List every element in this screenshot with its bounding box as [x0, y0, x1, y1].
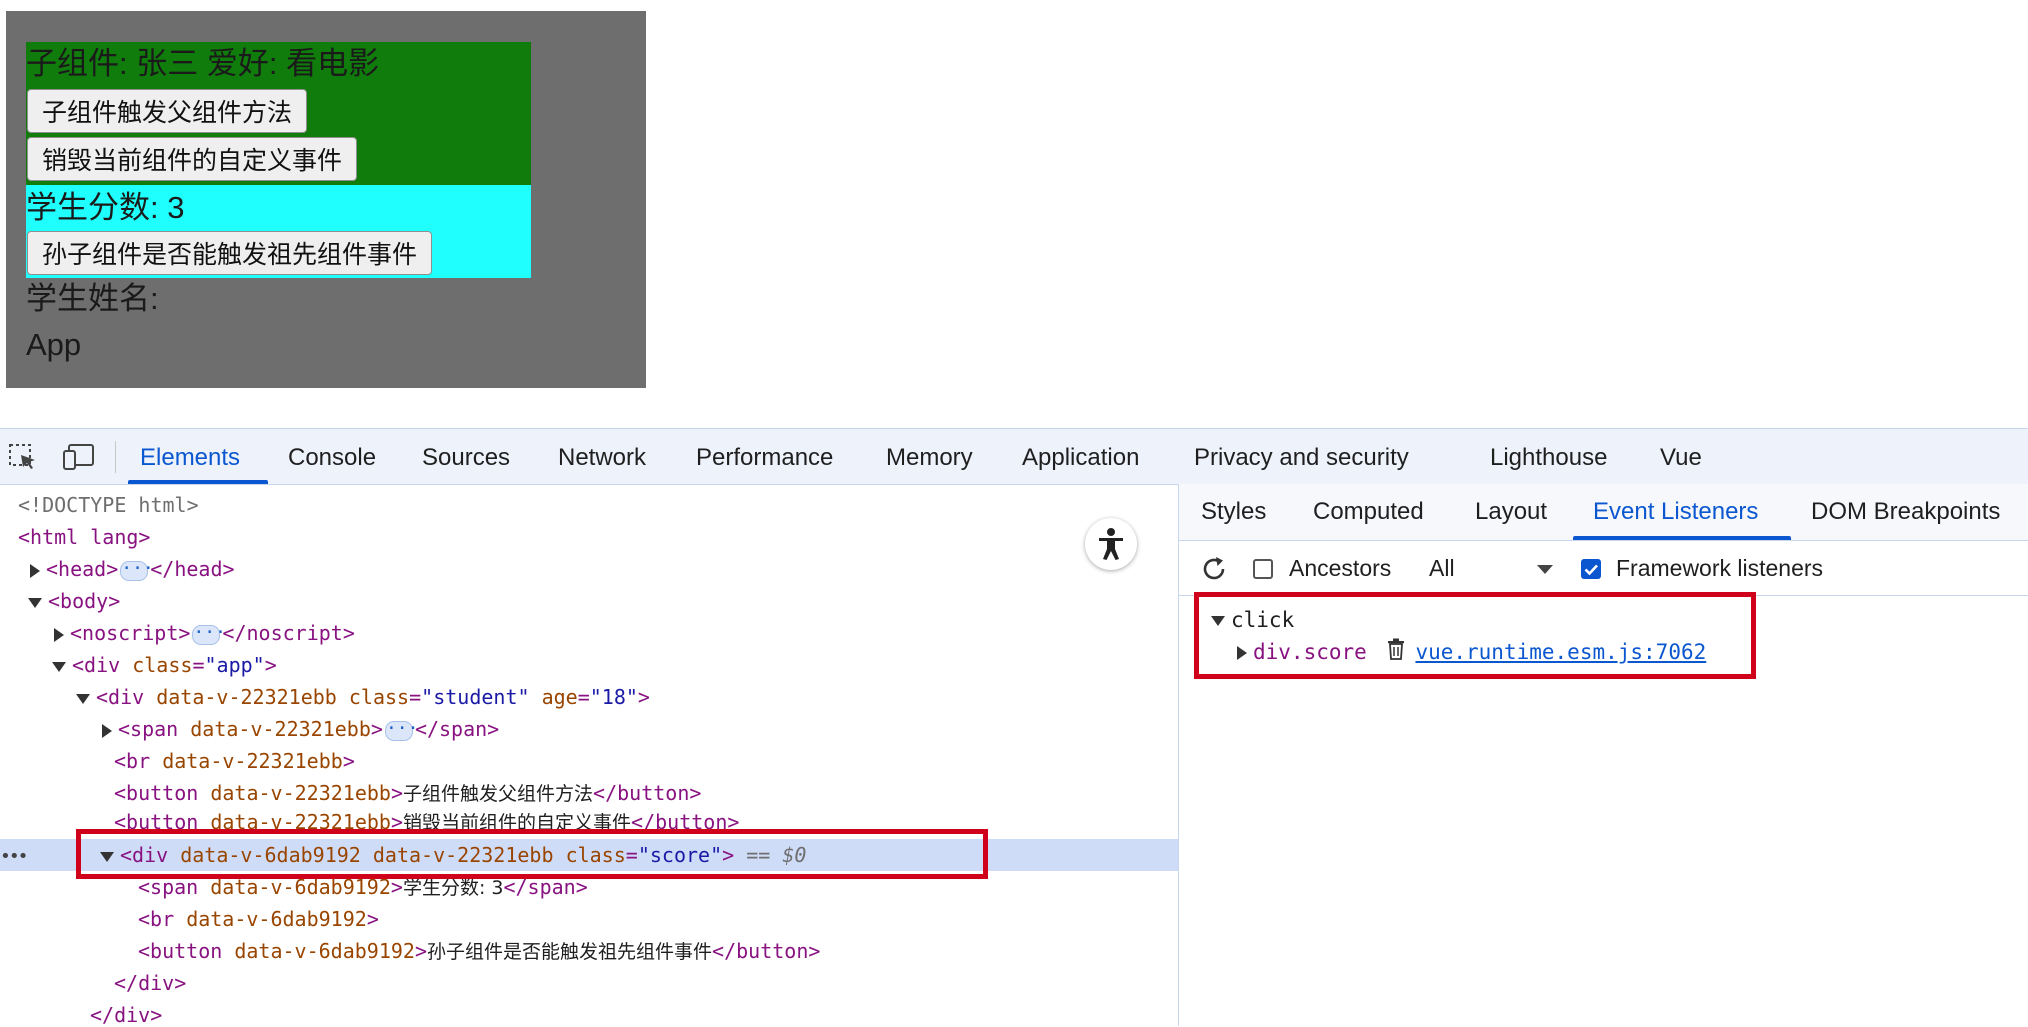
- dom-noscript[interactable]: <noscript> ···</noscript>: [54, 617, 355, 649]
- tab-sources[interactable]: Sources: [422, 429, 510, 484]
- dom-div-score-close[interactable]: </div>: [114, 967, 186, 999]
- tab-performance[interactable]: Performance: [696, 429, 833, 484]
- dom-div-student[interactable]: <div data-v-22321ebb class="student" age…: [76, 681, 650, 713]
- app-label: App: [26, 327, 82, 362]
- dom-button-grandchild[interactable]: <button data-v-6dab9192>孙子组件是否能触发祖先组件事件<…: [138, 935, 820, 967]
- ancestors-checkbox[interactable]: [1253, 559, 1273, 579]
- dom-div-app[interactable]: <div class="app">: [52, 649, 277, 681]
- event-listeners-toolbar: Ancestors All Framework listeners: [1179, 541, 2028, 596]
- sidebar-active-tab-indicator: [1573, 536, 1791, 540]
- sidebar-panel: Styles Computed Layout Event Listeners D…: [1178, 484, 2028, 1026]
- inspect-element-icon[interactable]: [8, 443, 38, 471]
- framework-listeners-label: Framework listeners: [1616, 555, 1824, 581]
- accessibility-tree-button[interactable]: [1085, 518, 1137, 570]
- ancestors-label: Ancestors: [1289, 555, 1392, 581]
- expand-ellipsis-icon[interactable]: ···: [192, 623, 226, 645]
- highlight-box-selected-node: [76, 829, 988, 879]
- framework-listeners-checkbox[interactable]: [1581, 559, 1601, 579]
- tab-layout[interactable]: Layout: [1475, 484, 1547, 540]
- dom-html[interactable]: <html lang>: [18, 521, 150, 553]
- dom-row-menu[interactable]: •••: [0, 839, 28, 871]
- tab-memory[interactable]: Memory: [886, 429, 973, 484]
- highlight-box-click-listener: [1194, 592, 1756, 679]
- tab-console[interactable]: Console: [288, 429, 376, 484]
- toolbar-separator: [115, 441, 116, 473]
- sidebar-tabs: Styles Computed Layout Event Listeners D…: [1179, 484, 2028, 541]
- tab-styles[interactable]: Styles: [1201, 484, 1266, 540]
- student-info-text: 子组件: 张三 爱好: 看电影: [26, 46, 380, 81]
- score-text: 学生分数: 3: [26, 190, 185, 225]
- app-preview: 子组件: 张三 爱好: 看电影 子组件触发父组件方法 销毁当前组件的自定义事件 …: [6, 11, 646, 388]
- expand-ellipsis-icon[interactable]: ···: [120, 559, 154, 581]
- dom-br[interactable]: <br data-v-22321ebb>: [114, 745, 355, 777]
- event-filter-select[interactable]: All: [1429, 555, 1455, 582]
- device-toolbar-icon[interactable]: [62, 443, 94, 471]
- dom-button-trigger-parent[interactable]: <button data-v-22321ebb>子组件触发父组件方法</butt…: [114, 777, 701, 809]
- tab-elements[interactable]: Elements: [140, 429, 240, 484]
- dom-body[interactable]: <body>: [28, 585, 120, 617]
- tab-privacy-security[interactable]: Privacy and security: [1194, 429, 1409, 484]
- refresh-icon[interactable]: [1199, 554, 1229, 589]
- tab-network[interactable]: Network: [558, 429, 646, 484]
- dom-tree: <!DOCTYPE html> <html lang> <head> ···</h…: [0, 484, 1178, 1026]
- destroy-events-button[interactable]: 销毁当前组件的自定义事件: [27, 137, 358, 181]
- tab-computed[interactable]: Computed: [1313, 484, 1424, 540]
- student-name-text: 学生姓名:: [26, 281, 159, 316]
- grandchild-trigger-button[interactable]: 孙子组件是否能触发祖先组件事件: [27, 231, 433, 275]
- expand-ellipsis-icon[interactable]: ···: [384, 719, 418, 741]
- tab-dom-breakpoints[interactable]: DOM Breakpoints: [1811, 484, 2000, 540]
- dom-div-student-close[interactable]: </div>: [90, 999, 162, 1026]
- tab-lighthouse[interactable]: Lighthouse: [1490, 429, 1607, 484]
- tab-application[interactable]: Application: [1022, 429, 1139, 484]
- dom-doctype[interactable]: <!DOCTYPE html>: [18, 489, 199, 521]
- dom-head[interactable]: <head> ···</head>: [30, 553, 235, 585]
- devtools-toolbar: Elements Console Sources Network Perform…: [0, 429, 2028, 485]
- tab-event-listeners[interactable]: Event Listeners: [1593, 484, 1758, 540]
- tab-vue[interactable]: Vue: [1660, 429, 1702, 484]
- accessibility-icon: [1099, 528, 1123, 560]
- trigger-parent-button[interactable]: 子组件触发父组件方法: [27, 89, 308, 133]
- chevron-down-icon[interactable]: [1537, 565, 1553, 574]
- dom-span-student[interactable]: <span data-v-22321ebb> ···</span>: [102, 713, 499, 745]
- dom-br-score[interactable]: <br data-v-6dab9192>: [138, 903, 379, 935]
